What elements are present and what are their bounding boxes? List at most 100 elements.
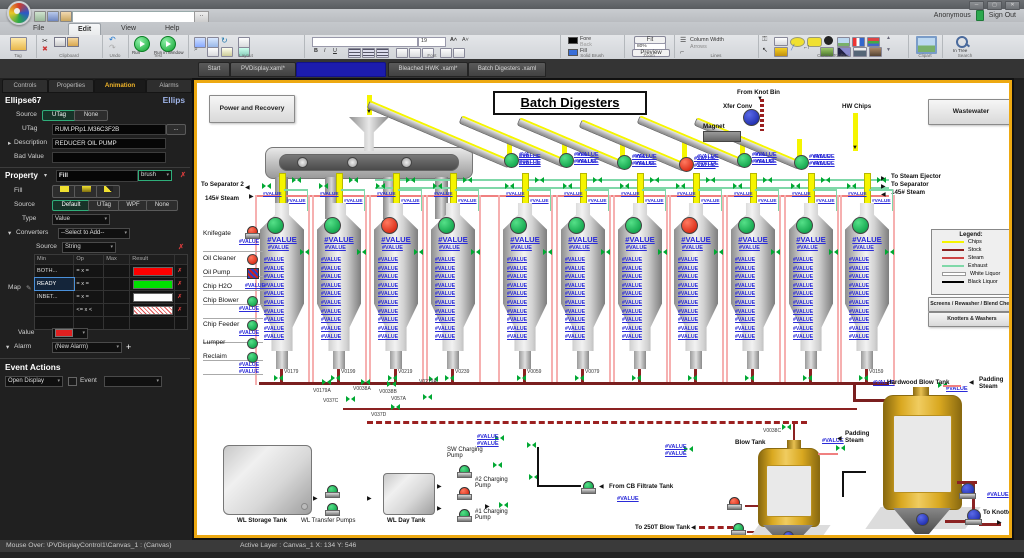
map-row-delete-icon[interactable]: ✗ [175,291,187,303]
digester-8[interactable]: #VALUE#VALUE#VALUE#VALUE#VALUE#VALUE#VAL… [668,173,724,408]
map-max-cell[interactable] [104,265,130,277]
valve-icon[interactable] [406,177,415,184]
map-edit-icon[interactable]: ✎ [26,284,32,292]
property-expander[interactable]: ▾ [44,172,47,179]
bottom-valve-icon[interactable] [445,375,454,382]
valve-icon[interactable] [463,177,472,184]
digester-9[interactable]: #VALUE#VALUE#VALUE#VALUE#VALUE#VALUE#VAL… [725,173,781,408]
polyline-tool-icon[interactable]: ⌐˥ [804,45,809,51]
description-input[interactable]: REDUCER OIL PUMP [52,138,166,149]
bottom-valve-icon[interactable] [803,375,812,382]
fore-color-swatch[interactable] [568,37,578,44]
tag-icon[interactable] [10,37,27,51]
map-row-delete-icon[interactable]: ✗ [175,265,187,277]
fill-source-utag-button[interactable]: UTag [88,200,120,211]
blow-pump-icon[interactable] [731,523,746,536]
valve-icon[interactable] [620,183,629,190]
digester-status-indicator[interactable] [267,217,284,234]
source-none-button[interactable]: None [74,110,108,121]
wl-day-tank[interactable] [383,473,435,515]
valve-icon[interactable] [262,183,271,190]
bottom-valve-icon[interactable] [632,375,641,382]
valve-icon[interactable] [527,442,536,449]
transfer-pump-icon[interactable] [325,485,340,498]
status-indicator[interactable] [794,155,809,170]
bad-value-input[interactable] [52,152,166,163]
valve-icon[interactable] [357,249,366,256]
source-utag-button[interactable]: UTag [42,110,76,121]
map-min-cell[interactable]: READY [35,278,74,290]
toolbox-scroll-up-icon[interactable]: ▲ [886,35,891,41]
valve-icon[interactable] [829,249,838,256]
status-indicator[interactable] [559,153,574,168]
rounded-rect-tool-icon[interactable] [807,37,822,47]
device-status-indicator[interactable] [247,338,258,349]
status-indicator[interactable] [743,109,760,126]
paste-icon[interactable] [67,37,79,47]
map-result-cell[interactable] [130,265,175,277]
valve-icon[interactable] [387,381,396,388]
map-row[interactable]: READY= x =✗ [35,277,187,290]
valve-icon[interactable] [471,249,480,256]
map-result-cell[interactable] [130,278,175,290]
doc-tab-0[interactable]: Start [198,62,230,77]
minimize-button[interactable]: ─ [969,1,984,10]
cb-filtrate-pump-icon[interactable] [581,481,596,494]
valve-icon[interactable] [349,177,358,184]
map-op-cell[interactable]: = x = [74,291,104,303]
oil-pump-icon[interactable] [247,268,259,279]
doc-tab-3[interactable]: Bleached HWK .xaml* [388,62,468,77]
close-button[interactable]: ✕ [1005,1,1020,10]
map-row-delete-icon[interactable]: ✗ [175,304,187,316]
fill-pattern-swatch-button[interactable] [96,185,120,198]
doc-tab-1[interactable]: PVDisplay.xaml* [230,62,296,77]
chip-hopper[interactable] [349,117,389,151]
valve-icon[interactable] [771,249,780,256]
digester-10[interactable]: #VALUE#VALUE#VALUE#VALUE#VALUE#VALUE#VAL… [783,173,839,408]
status-indicator[interactable] [617,155,632,170]
valve-icon[interactable] [885,249,894,256]
panel-tab-properties[interactable]: Properties [48,79,94,93]
map-row[interactable]: INBET...= x =✗ [35,290,187,303]
digester-status-indicator[interactable] [438,217,455,234]
trend-tool-icon[interactable] [852,37,865,47]
utag-browse-button[interactable]: ... [166,124,186,135]
valve-icon[interactable] [650,177,659,184]
fill-source-none-button[interactable]: None [146,200,178,211]
digester-status-indicator[interactable] [625,217,642,234]
bottom-valve-icon[interactable] [859,375,868,382]
digester-status-indicator[interactable] [381,217,398,234]
map-result-cell[interactable] [130,291,175,303]
map-row-delete-icon[interactable]: ✗ [175,278,187,290]
line-tool-icon[interactable]: ╱ [791,45,794,51]
bottom-valve-icon[interactable] [274,375,283,382]
valve-icon[interactable] [706,177,715,184]
ribbon-tab-help[interactable]: Help [156,23,188,35]
valve-icon[interactable] [543,249,552,256]
transfer-pump-icon[interactable] [325,503,340,516]
panel-tab-alarms[interactable]: Alarms [146,79,192,93]
map-op-cell[interactable]: = x = [74,265,104,277]
charging-pump-1-icon[interactable] [457,509,472,522]
clipart-icon[interactable] [916,36,937,54]
magnet-icon[interactable] [703,131,741,142]
cut-icon[interactable]: ✂ [42,37,48,45]
arrows-dropdown[interactable]: Arrows [690,44,707,50]
digester-status-indicator[interactable] [510,217,527,234]
new-icon[interactable] [34,11,46,22]
map-delete-icon[interactable]: ✗ [178,243,184,251]
status-indicator[interactable] [916,513,929,526]
fill-source-wpf-button[interactable]: WPF [118,200,148,211]
digester-4[interactable]: #VALUE#VALUE#VALUE#VALUE#VALUE#VALUE#VAL… [425,173,481,408]
valve-icon[interactable] [714,249,723,256]
status-indicator[interactable] [504,153,519,168]
copy-icon[interactable] [54,37,66,47]
converters-select[interactable]: --Select to Add-- [58,228,130,239]
digester-status-indicator[interactable] [738,217,755,234]
valve-icon[interactable] [563,183,572,190]
add-alarm-button[interactable]: + [126,342,131,352]
redo-icon[interactable]: ↷ [109,43,116,52]
valve-icon[interactable] [493,462,502,469]
open-icon[interactable] [60,11,72,22]
device-status-indicator[interactable] [247,254,258,265]
